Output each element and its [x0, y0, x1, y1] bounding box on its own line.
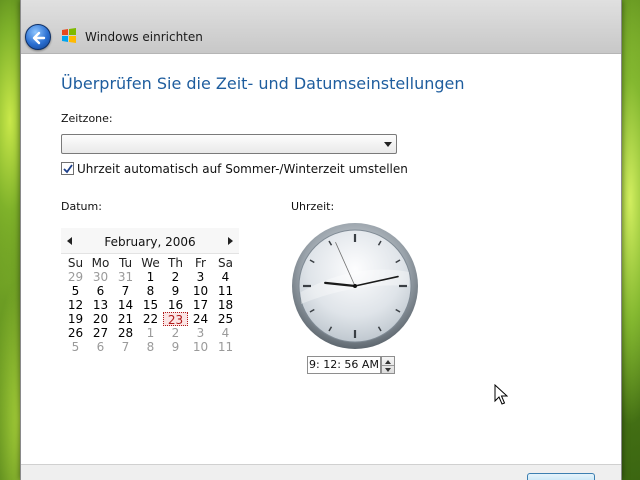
weekday-header: Mo — [91, 256, 110, 270]
calendar-day[interactable]: 11 — [213, 340, 238, 354]
calendar-day[interactable]: 27 — [88, 326, 113, 340]
mouse-pointer-icon — [494, 383, 509, 410]
calendar-day[interactable]: 21 — [113, 312, 138, 326]
weekday-header: Tu — [118, 256, 133, 270]
calendar-day[interactable]: 2 — [163, 326, 188, 340]
calendar-day[interactable]: 12 — [63, 298, 88, 312]
calendar-day-selected[interactable]: 23 — [163, 312, 188, 327]
weekday-header: Sa — [218, 256, 233, 270]
calendar-day[interactable]: 19 — [63, 312, 88, 326]
calendar-day[interactable]: 9 — [163, 340, 188, 354]
calendar-day[interactable]: 10 — [188, 284, 213, 298]
calendar-day[interactable]: 18 — [213, 298, 238, 312]
calendar-day[interactable]: 7 — [113, 340, 138, 354]
calendar-day[interactable]: 4 — [213, 326, 238, 340]
calendar-day[interactable]: 2 — [163, 270, 188, 284]
time-spinner[interactable] — [381, 356, 395, 374]
dropdown-arrow-icon — [384, 142, 392, 147]
calendar-day[interactable]: 10 — [188, 340, 213, 354]
calendar-day[interactable]: 24 — [188, 312, 213, 326]
date-label: Datum: — [61, 200, 102, 213]
next-button[interactable] — [527, 473, 595, 480]
calendar-day[interactable]: 6 — [88, 340, 113, 354]
calendar-month-title[interactable]: February, 2006 — [61, 235, 239, 249]
time-label: Uhrzeit: — [291, 200, 335, 213]
calendar-day[interactable]: 31 — [113, 270, 138, 284]
dst-checkbox[interactable] — [61, 162, 74, 175]
calendar-header: February, 2006 — [61, 228, 239, 254]
setup-window: Windows einrichten Überprüfen Sie die Ze… — [20, 0, 622, 480]
calendar-day[interactable]: 4 — [213, 270, 238, 284]
calendar-day[interactable]: 29 — [63, 270, 88, 284]
calendar-day[interactable]: 22 — [138, 312, 163, 326]
timezone-dropdown[interactable] — [61, 134, 397, 154]
calendar-day[interactable]: 15 — [138, 298, 163, 312]
calendar-day[interactable]: 5 — [63, 340, 88, 354]
calendar-day[interactable]: 25 — [213, 312, 238, 326]
spin-down-arrow-icon[interactable] — [385, 368, 391, 372]
calendar-day[interactable]: 14 — [113, 298, 138, 312]
calendar-day[interactable]: 20 — [88, 312, 113, 326]
clock-face-icon — [292, 223, 418, 349]
calendar-day[interactable]: 5 — [63, 284, 88, 298]
spin-up-arrow-icon[interactable] — [385, 360, 391, 364]
title-bar: Windows einrichten — [21, 0, 621, 54]
weekday-header: Su — [67, 256, 84, 270]
calendar-grid: Su Mo Tu We Th Fr Sa 29 30 31 1 2 3 4 5 6 7 8 9 10 11 12 13 14 1… — [63, 256, 238, 354]
calendar-day[interactable]: 3 — [188, 326, 213, 340]
time-input[interactable]: 9: 12: 56 AM — [307, 356, 381, 374]
weekday-header: We — [141, 256, 160, 270]
calendar-day[interactable]: 8 — [138, 284, 163, 298]
page-heading: Überprüfen Sie die Zeit- und Datumseinst… — [61, 74, 465, 93]
calendar-day[interactable]: 30 — [88, 270, 113, 284]
calendar-day[interactable]: 3 — [188, 270, 213, 284]
calendar-day[interactable]: 7 — [113, 284, 138, 298]
date-calendar: February, 2006 Su Mo Tu We Th Fr Sa 29 30 31 1 2 3 4 5… — [61, 228, 239, 358]
calendar-day[interactable]: 16 — [163, 298, 188, 312]
calendar-day[interactable]: 13 — [88, 298, 113, 312]
analog-clock — [291, 222, 419, 350]
timezone-label: Zeitzone: — [61, 112, 113, 125]
calendar-day[interactable]: 1 — [138, 270, 163, 284]
window-title: Windows einrichten — [85, 30, 203, 44]
calendar-day[interactable]: 28 — [113, 326, 138, 340]
calendar-day[interactable]: 9 — [163, 284, 188, 298]
calendar-day[interactable]: 1 — [138, 326, 163, 340]
weekday-header: Fr — [195, 256, 206, 270]
calendar-day[interactable]: 17 — [188, 298, 213, 312]
next-month-arrow-icon[interactable] — [228, 237, 233, 245]
dst-label[interactable]: Uhrzeit automatisch auf Sommer-/Winterze… — [77, 162, 408, 176]
calendar-day[interactable]: 26 — [63, 326, 88, 340]
windows-logo-icon — [61, 28, 77, 44]
calendar-day[interactable]: 6 — [88, 284, 113, 298]
calendar-day[interactable]: 11 — [213, 284, 238, 298]
weekday-header: Th — [168, 256, 183, 270]
checkmark-icon — [63, 164, 73, 174]
back-button[interactable] — [25, 24, 51, 50]
calendar-day[interactable]: 8 — [138, 340, 163, 354]
